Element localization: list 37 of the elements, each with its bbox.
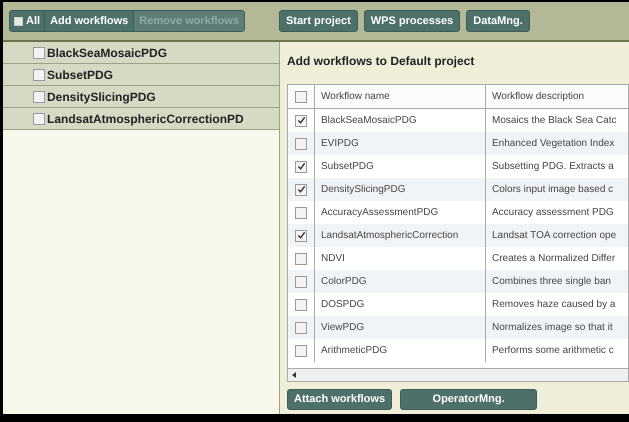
checkbox[interactable] — [33, 112, 45, 124]
checkbox[interactable] — [295, 114, 307, 126]
checkbox[interactable] — [295, 206, 307, 218]
column-header: Workflow name — [314, 85, 485, 108]
checkbox[interactable] — [33, 68, 45, 80]
checkbox[interactable] — [295, 298, 307, 310]
action-button[interactable]: Attach workflows — [287, 389, 392, 410]
workflow-label: SubsetPDG — [47, 66, 114, 84]
select-all-button[interactable]: All — [10, 11, 46, 31]
table-cell: Performs some arithmetic c — [485, 339, 628, 362]
checkbox[interactable] — [295, 344, 307, 356]
action-button[interactable]: OperatorMng. — [400, 389, 538, 410]
panel-title: Add workflows to Default project — [287, 53, 476, 70]
sidebar-item[interactable]: SubsetPDG — [3, 64, 279, 86]
workflow-label: LandsatAtmosphericCorrectionPD — [47, 110, 244, 128]
checkbox[interactable] — [295, 160, 307, 172]
sidebar-item[interactable]: LandsatAtmosphericCorrectionPD — [3, 108, 279, 130]
horizontal-scrollbar[interactable] — [288, 368, 628, 381]
checkbox[interactable] — [295, 184, 307, 196]
checkbox[interactable] — [295, 90, 307, 102]
checkbox[interactable] — [33, 90, 45, 102]
checkbox[interactable] — [295, 252, 307, 264]
scroll-left-icon[interactable] — [290, 371, 298, 379]
workflow-label: DensitySlicingPDG — [47, 88, 156, 106]
workflow-label: BlackSeaMosaicPDG — [47, 44, 168, 62]
table-cell: ArithmeticPDG — [314, 339, 485, 362]
checkbox[interactable] — [33, 46, 45, 58]
checkbox[interactable] — [295, 138, 307, 150]
checkbox[interactable] — [295, 276, 307, 288]
column-header: Workflow description — [485, 85, 628, 108]
checkbox[interactable] — [295, 230, 307, 242]
checkbox[interactable] — [295, 322, 307, 334]
sidebar-item[interactable]: DensitySlicingPDG — [3, 86, 279, 108]
toolbar-button[interactable]: DataMng. — [466, 10, 530, 32]
toolbar-button[interactable]: Start project — [278, 10, 358, 32]
toolbar-button[interactable]: WPS processes — [364, 10, 460, 32]
sidebar-item[interactable]: BlackSeaMosaicPDG — [3, 42, 279, 64]
